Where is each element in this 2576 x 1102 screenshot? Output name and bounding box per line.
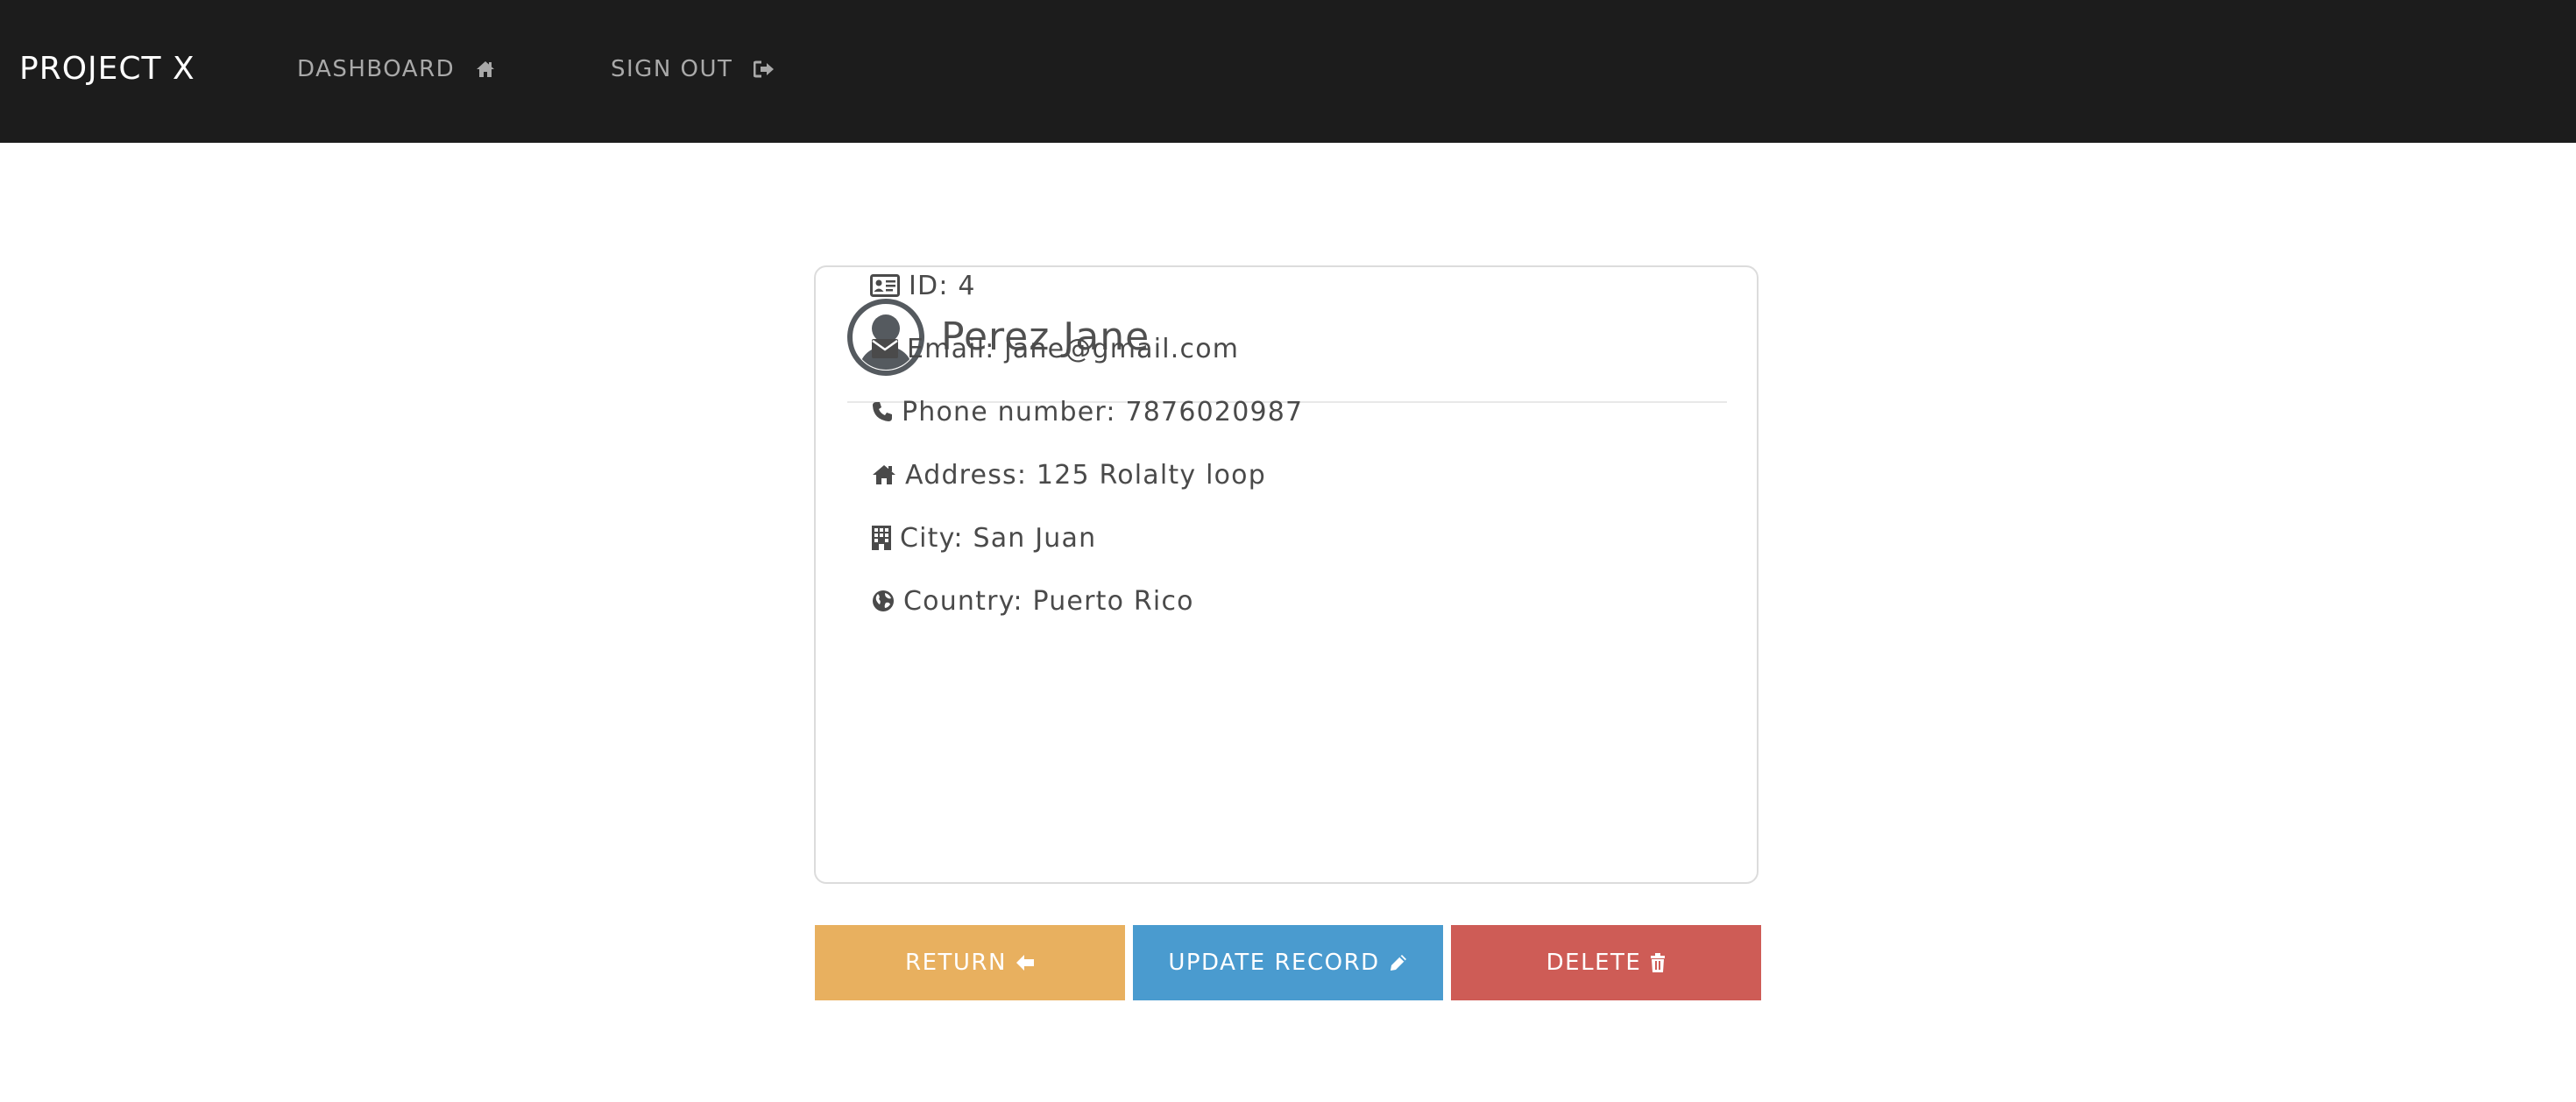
top-navbar: PROJECT X DASHBOARD SIGN OUT [0,0,2576,143]
pencil-icon [1389,953,1408,972]
email-value: Email: jane@gmail.com [907,333,1240,364]
nav-dashboard-link[interactable]: DASHBOARD [297,54,495,84]
trash-icon [1650,953,1666,972]
phone-row: Phone number: 7876020987 [872,394,1303,429]
building-icon [872,526,891,550]
delete-label: DELETE [1546,950,1642,976]
return-label: RETURN [905,950,1007,976]
home-icon [872,464,896,485]
id-card-icon [870,274,900,297]
nav-signout-label: SIGN OUT [611,56,733,82]
envelope-icon [872,339,898,358]
id-value: ID: 4 [909,270,976,301]
nav-dashboard-label: DASHBOARD [297,56,456,82]
update-record-button[interactable]: UPDATE RECORD [1133,925,1443,1000]
country-value: Country: Puerto Rico [903,585,1194,617]
city-value: City: San Juan [900,522,1097,554]
arrow-left-icon [1016,953,1035,972]
delete-button[interactable]: DELETE [1451,925,1761,1000]
brand-logo[interactable]: PROJECT X [19,49,195,89]
phone-icon [872,401,893,422]
country-row: Country: Puerto Rico [872,583,1194,618]
address-row: Address: 125 Rolalty loop [872,457,1266,492]
email-row: Email: jane@gmail.com [872,331,1239,366]
id-row: ID: 4 [870,268,976,303]
phone-value: Phone number: 7876020987 [902,396,1304,427]
sign-out-icon [754,60,775,78]
return-button[interactable]: RETURN [815,925,1125,1000]
home-icon [476,60,495,78]
globe-icon [872,590,895,612]
update-record-label: UPDATE RECORD [1168,950,1380,976]
address-value: Address: 125 Rolalty loop [905,459,1266,491]
nav-signout-link[interactable]: SIGN OUT [611,54,775,84]
city-row: City: San Juan [872,520,1096,555]
